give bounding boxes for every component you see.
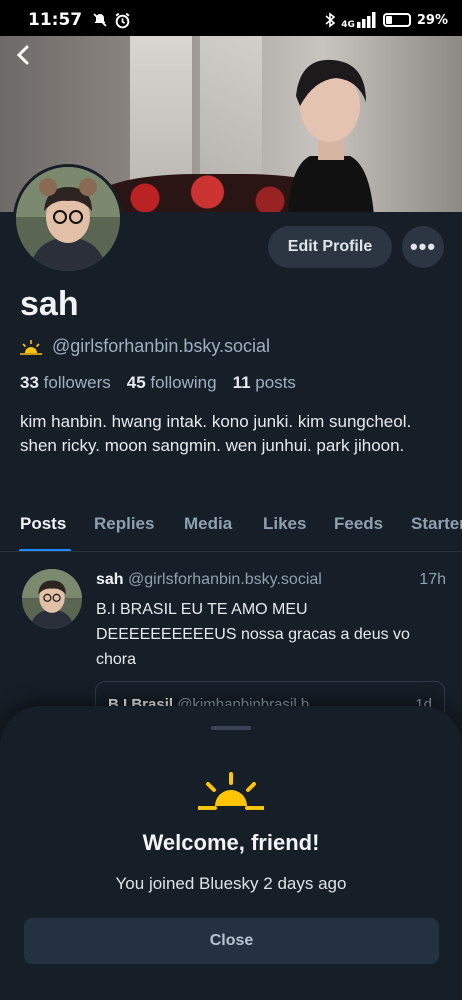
tab-starter-packs[interactable]: Starter Packs: [411, 514, 462, 534]
profile-stats: 33 followers 45 following 11 posts: [20, 373, 296, 393]
profile-bio: kim hanbin. hwang intak. kono junki. kim…: [20, 412, 412, 455]
posts-stat: 11 posts: [232, 373, 296, 392]
more-options-button[interactable]: •••: [402, 226, 444, 268]
mute-icon: [93, 13, 107, 27]
feed-post[interactable]: sah @girlsforhanbin.bsky.social 17h B.I …: [0, 553, 462, 741]
tab-posts[interactable]: Posts: [20, 514, 66, 534]
network-type: 4G: [341, 20, 355, 30]
handle-row: @girlsforhanbin.bsky.social: [20, 336, 270, 357]
banner-person-image: [288, 59, 374, 212]
chevron-left-icon: [16, 45, 29, 65]
post-avatar[interactable]: [22, 569, 82, 629]
post-text: B.I BRASIL EU TE AMO MEU DEEEEEEEEEEUS n…: [96, 601, 410, 668]
sunrise-icon: [20, 339, 42, 355]
ellipsis-icon: •••: [409, 234, 437, 259]
bluetooth-icon: [325, 12, 336, 28]
status-time: 11:57: [28, 10, 83, 30]
close-button[interactable]: Close: [24, 918, 439, 964]
profile-handle[interactable]: @girlsforhanbin.bsky.social: [52, 336, 270, 357]
following-stat[interactable]: 45 following: [127, 373, 217, 393]
tab-media[interactable]: Media: [184, 514, 232, 534]
alarm-icon: [115, 12, 130, 28]
profile-avatar[interactable]: [13, 164, 123, 274]
status-bar: 11:57 4G 29%: [0, 0, 462, 40]
post-time: 17h: [419, 571, 446, 588]
active-tab-indicator: [19, 549, 71, 551]
display-name: sah: [20, 285, 79, 323]
sheet-subtitle: You joined Bluesky 2 days ago: [115, 874, 347, 893]
post-header: sah @girlsforhanbin.bsky.social: [96, 571, 446, 589]
edit-profile-button[interactable]: Edit Profile: [268, 226, 392, 268]
tab-feeds[interactable]: Feeds: [334, 514, 383, 534]
post-author[interactable]: sah: [96, 571, 124, 588]
post-handle[interactable]: @girlsforhanbin.bsky.social: [128, 571, 322, 588]
sheet-title: Welcome, friend!: [142, 830, 320, 855]
tab-replies[interactable]: Replies: [94, 514, 154, 534]
welcome-sheet: Welcome, friend! You joined Bluesky 2 da…: [0, 706, 462, 1000]
profile-tabs: Posts Replies Media Likes Feeds Starter …: [0, 502, 462, 552]
battery-icon: [382, 13, 411, 27]
sunrise-icon: [198, 772, 264, 810]
back-button[interactable]: [8, 44, 38, 74]
tab-likes[interactable]: Likes: [263, 514, 306, 534]
signal-icon: [356, 12, 376, 28]
sheet-drag-handle[interactable]: [211, 726, 251, 730]
battery-percent: 29%: [416, 12, 448, 28]
followers-stat[interactable]: 33 followers: [20, 373, 111, 393]
